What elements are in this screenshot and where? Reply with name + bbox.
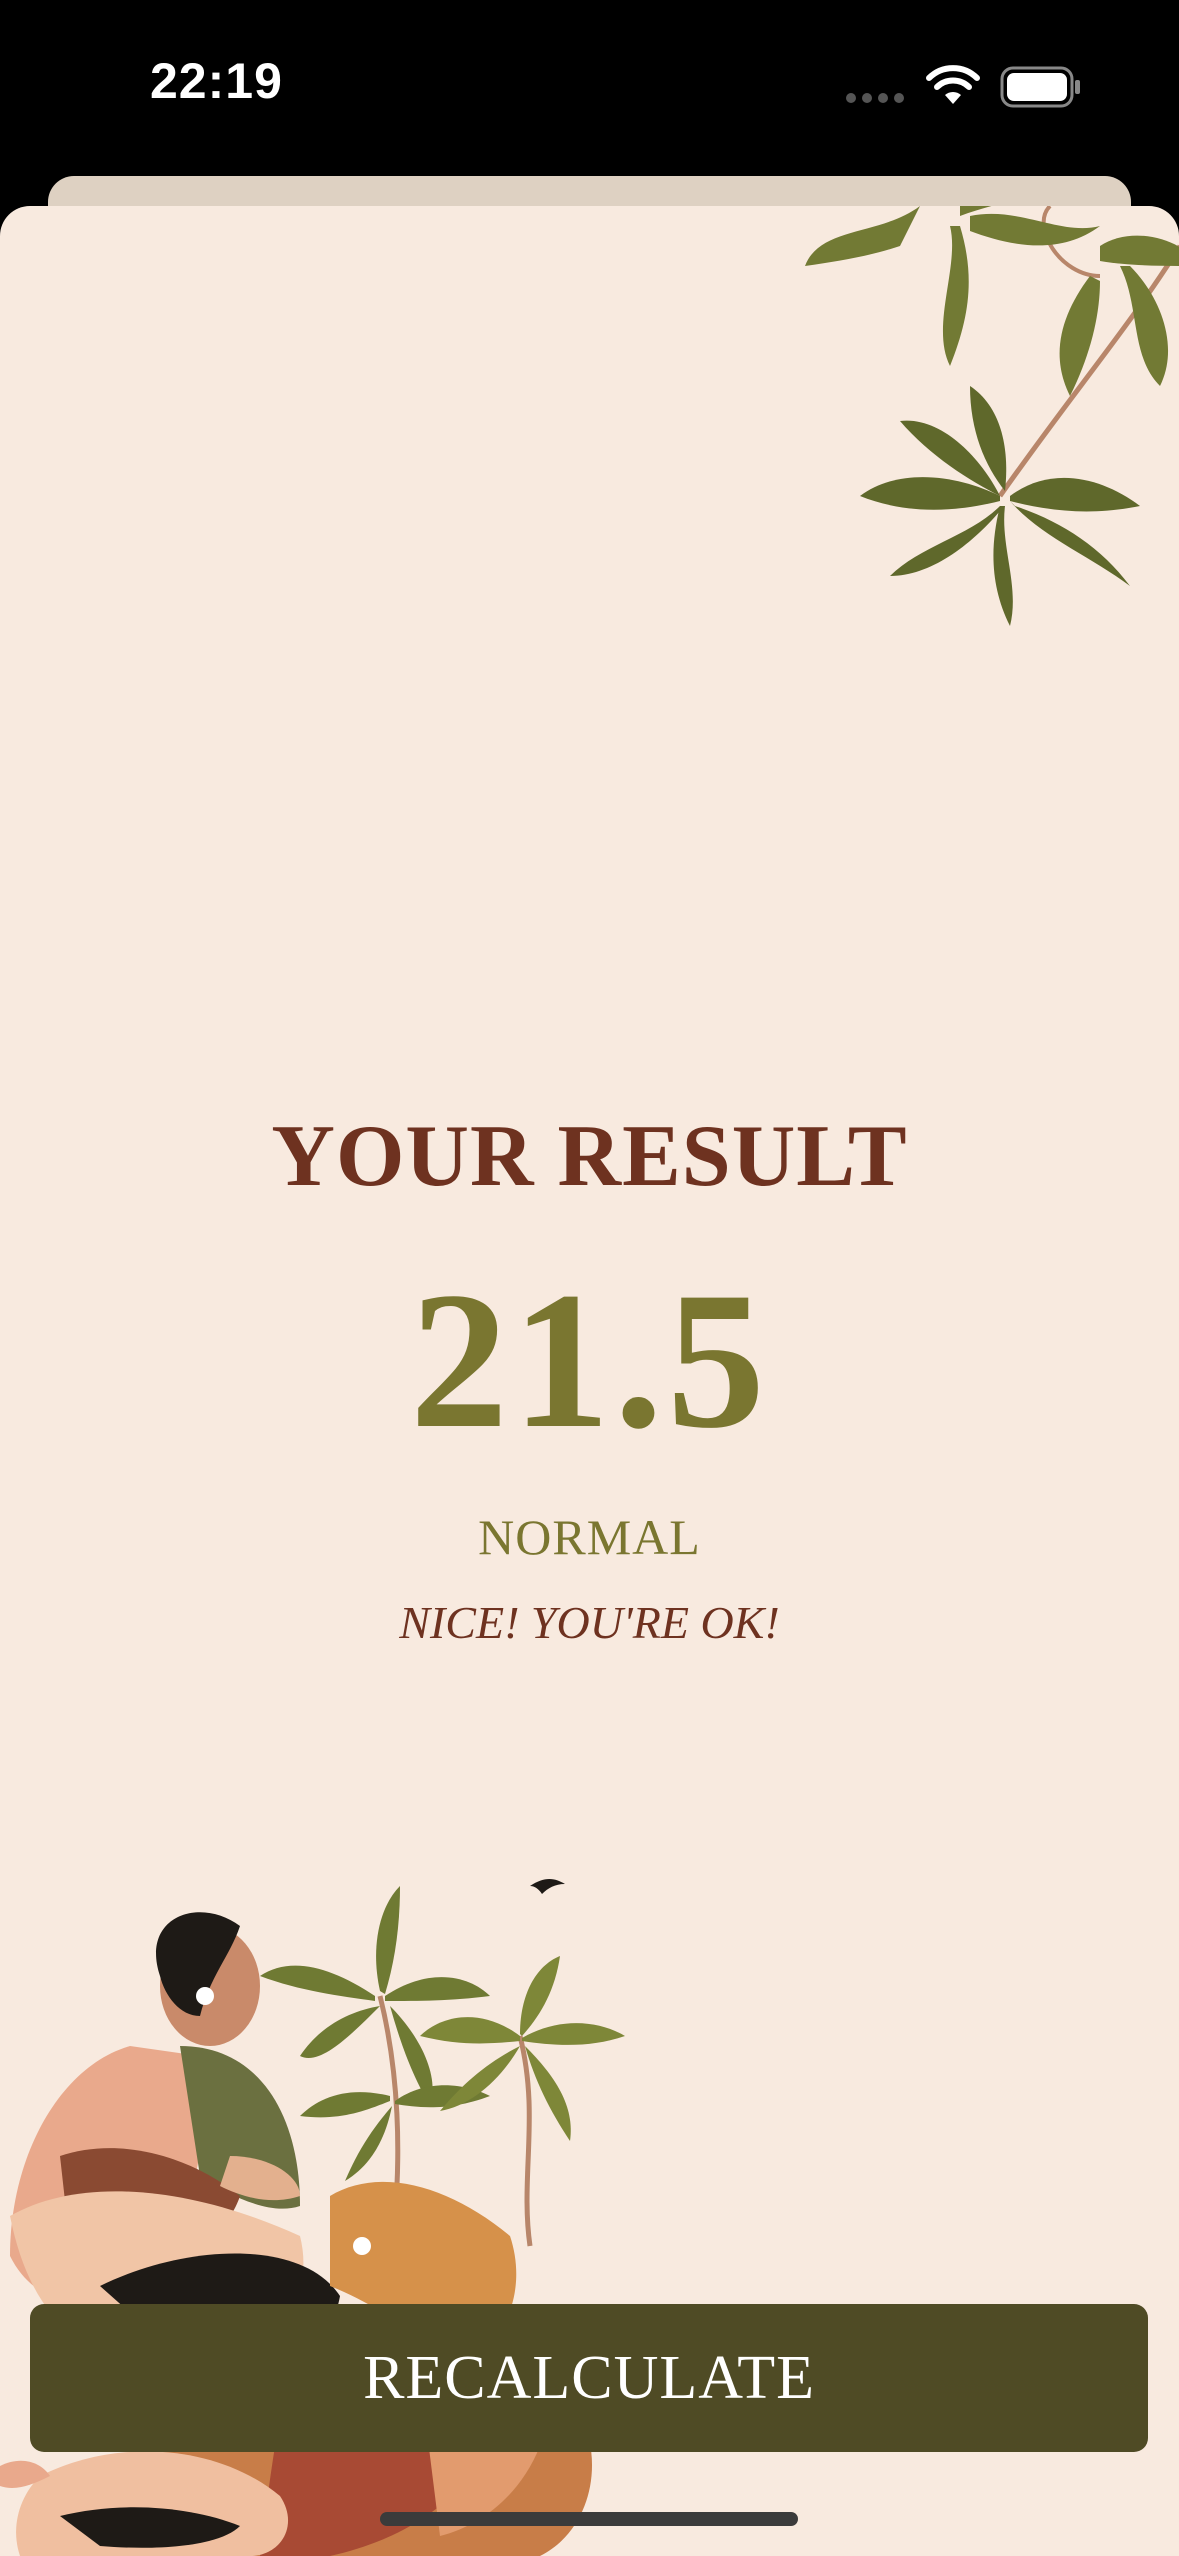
bmi-category: NORMAL (478, 1509, 701, 1565)
home-indicator[interactable] (380, 2512, 798, 2526)
plant-illustration (805, 206, 1179, 626)
result-title: YOUR RESULT (271, 1108, 908, 1205)
wifi-icon (926, 65, 980, 104)
cellular-signal-icon (846, 93, 904, 103)
result-card: YOUR RESULT 21.5 NORMAL NICE! YOU'RE OK!… (0, 206, 1179, 2556)
status-time: 22:19 (150, 53, 283, 109)
bmi-message: NICE! YOU'RE OK! (399, 1597, 780, 1648)
battery-icon (1000, 66, 1080, 108)
status-bar: 22:19 (0, 0, 1179, 180)
bmi-result-screen: 22:19 YOUR RESULT 21.5 NORMAL NICE! YOU'… (0, 0, 1179, 2556)
recalculate-button[interactable]: RECALCULATE (30, 2304, 1148, 2452)
bmi-value: 21.5 (410, 1252, 769, 1469)
